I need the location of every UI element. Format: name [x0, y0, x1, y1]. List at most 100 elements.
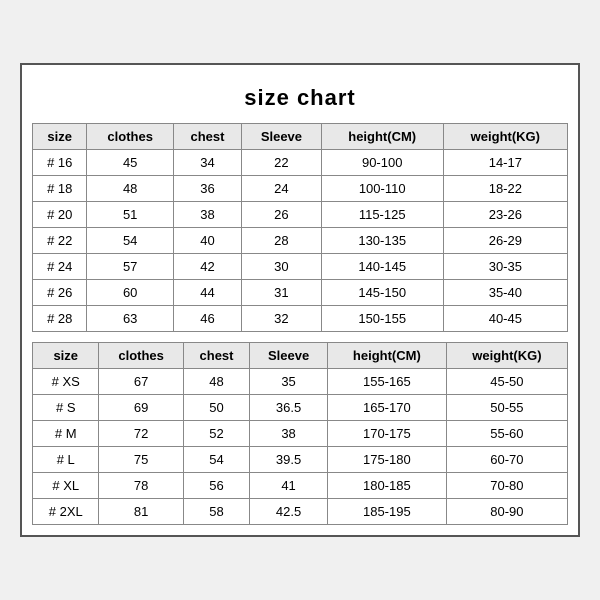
table-cell: 56 [183, 473, 249, 499]
table-cell: 41 [250, 473, 328, 499]
table-cell: 45 [87, 150, 173, 176]
table-cell: 52 [183, 421, 249, 447]
table-cell: 90-100 [321, 150, 443, 176]
table-cell: 75 [99, 447, 183, 473]
table-cell: 78 [99, 473, 183, 499]
table-cell: 34 [173, 150, 241, 176]
table-cell: 115-125 [321, 202, 443, 228]
chart-title: size chart [32, 75, 568, 123]
table-spacer [32, 332, 568, 342]
table-cell: # 26 [33, 280, 87, 306]
table-cell: 140-145 [321, 254, 443, 280]
table-row: # XS674835155-16545-50 [33, 369, 568, 395]
table-cell: 30-35 [443, 254, 567, 280]
table-cell: 14-17 [443, 150, 567, 176]
table-cell: 26 [242, 202, 322, 228]
table-cell: 58 [183, 499, 249, 525]
table2-header-cell: clothes [99, 343, 183, 369]
table-cell: 170-175 [327, 421, 446, 447]
table1-header-cell: weight(KG) [443, 124, 567, 150]
table-cell: # 24 [33, 254, 87, 280]
table-cell: 51 [87, 202, 173, 228]
table-cell: 39.5 [250, 447, 328, 473]
table-cell: 30 [242, 254, 322, 280]
table-row: # L755439.5175-18060-70 [33, 447, 568, 473]
table-cell: # S [33, 395, 99, 421]
table1-wrapper: sizeclotheschestSleeveheight(CM)weight(K… [32, 123, 568, 332]
table-cell: 69 [99, 395, 183, 421]
size-table-2: sizeclotheschestSleeveheight(CM)weight(K… [32, 342, 568, 525]
table-row: # 1645342290-10014-17 [33, 150, 568, 176]
table2-header-cell: weight(KG) [446, 343, 567, 369]
table-cell: 35-40 [443, 280, 567, 306]
table-cell: 18-22 [443, 176, 567, 202]
table-cell: 55-60 [446, 421, 567, 447]
table-cell: 36.5 [250, 395, 328, 421]
table-cell: 81 [99, 499, 183, 525]
table-cell: 60 [87, 280, 173, 306]
table-cell: 70-80 [446, 473, 567, 499]
table-row: # 22544028130-13526-29 [33, 228, 568, 254]
table-cell: 54 [183, 447, 249, 473]
table-cell: 150-155 [321, 306, 443, 332]
table-cell: 35 [250, 369, 328, 395]
table-cell: 38 [173, 202, 241, 228]
table1-header-cell: size [33, 124, 87, 150]
table-cell: 155-165 [327, 369, 446, 395]
table-cell: 46 [173, 306, 241, 332]
table1-header-cell: Sleeve [242, 124, 322, 150]
table1-header-cell: height(CM) [321, 124, 443, 150]
table-cell: 23-26 [443, 202, 567, 228]
table-cell: 38 [250, 421, 328, 447]
table-cell: 54 [87, 228, 173, 254]
table-cell: 40 [173, 228, 241, 254]
table-row: # 28634632150-15540-45 [33, 306, 568, 332]
table-cell: # XL [33, 473, 99, 499]
table-cell: 130-135 [321, 228, 443, 254]
table-row: # 18483624100-11018-22 [33, 176, 568, 202]
table-cell: # L [33, 447, 99, 473]
table-cell: 63 [87, 306, 173, 332]
table-cell: 175-180 [327, 447, 446, 473]
table1-header-cell: clothes [87, 124, 173, 150]
table-cell: 72 [99, 421, 183, 447]
table-row: # S695036.5165-17050-55 [33, 395, 568, 421]
table-cell: # 2XL [33, 499, 99, 525]
table-cell: 32 [242, 306, 322, 332]
table-cell: # 20 [33, 202, 87, 228]
table2-header-cell: Sleeve [250, 343, 328, 369]
table-cell: 45-50 [446, 369, 567, 395]
table-row: # 26604431145-15035-40 [33, 280, 568, 306]
table-row: # M725238170-17555-60 [33, 421, 568, 447]
table-row: # XL785641180-18570-80 [33, 473, 568, 499]
table-cell: 36 [173, 176, 241, 202]
table-cell: 24 [242, 176, 322, 202]
table-cell: 185-195 [327, 499, 446, 525]
table-cell: 60-70 [446, 447, 567, 473]
table-cell: 42 [173, 254, 241, 280]
table-row: # 24574230140-14530-35 [33, 254, 568, 280]
table-cell: # XS [33, 369, 99, 395]
table-cell: 44 [173, 280, 241, 306]
table-cell: 50 [183, 395, 249, 421]
table2-wrapper: sizeclotheschestSleeveheight(CM)weight(K… [32, 342, 568, 525]
table-cell: # 18 [33, 176, 87, 202]
table-cell: 67 [99, 369, 183, 395]
table1-header-row: sizeclotheschestSleeveheight(CM)weight(K… [33, 124, 568, 150]
table-cell: 28 [242, 228, 322, 254]
size-table-1: sizeclotheschestSleeveheight(CM)weight(K… [32, 123, 568, 332]
table-cell: 40-45 [443, 306, 567, 332]
table-cell: # 28 [33, 306, 87, 332]
table-row: # 2XL815842.5185-19580-90 [33, 499, 568, 525]
table-cell: # 16 [33, 150, 87, 176]
table-cell: 26-29 [443, 228, 567, 254]
table-cell: 80-90 [446, 499, 567, 525]
table-cell: 145-150 [321, 280, 443, 306]
table-row: # 20513826115-12523-26 [33, 202, 568, 228]
table-cell: 165-170 [327, 395, 446, 421]
table-cell: # 22 [33, 228, 87, 254]
table-cell: 48 [87, 176, 173, 202]
table-cell: 48 [183, 369, 249, 395]
table-cell: 31 [242, 280, 322, 306]
table-cell: 57 [87, 254, 173, 280]
